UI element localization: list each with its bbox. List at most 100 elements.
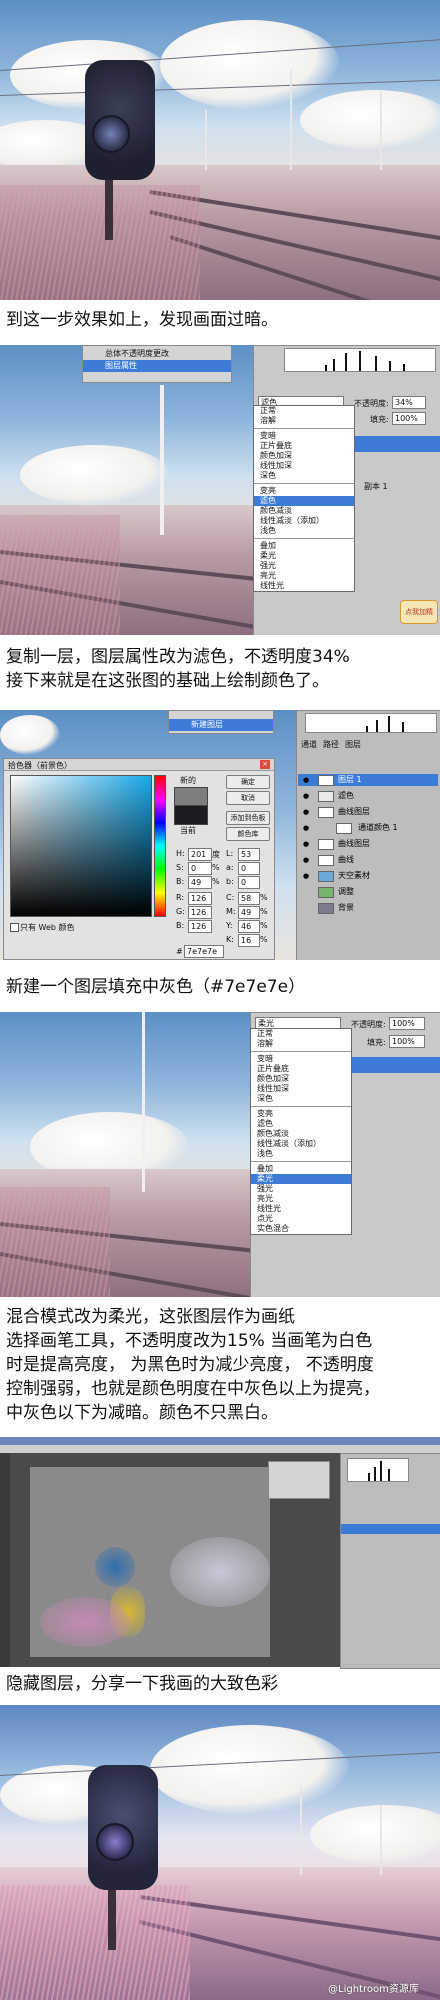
green-input[interactable]: 126 <box>188 906 212 919</box>
saturation-input[interactable]: 0 <box>188 862 212 875</box>
blend-option[interactable]: 线性加深 <box>254 461 354 471</box>
panel-tab[interactable]: 路径 <box>323 739 339 750</box>
opacity-input[interactable]: 34% <box>392 396 426 409</box>
field-label: B: <box>176 921 185 930</box>
caption-5: 隐藏图层，分享一下我画的大致色彩 <box>6 1674 278 1694</box>
recommend-badge[interactable]: 点我加精 <box>400 600 438 624</box>
fill-input[interactable]: 100% <box>389 1035 425 1048</box>
blend-option[interactable]: 浅色 <box>254 526 354 536</box>
blend-option[interactable]: 颜色加深 <box>251 1074 351 1084</box>
c-input[interactable]: 58 <box>238 892 260 905</box>
color-libraries-button[interactable]: 颜色库 <box>226 827 270 841</box>
field-unit: % <box>260 921 268 930</box>
panel-tab[interactable]: 图层 <box>345 739 361 750</box>
y-input[interactable]: 46 <box>238 920 260 933</box>
eye-icon[interactable]: ● <box>302 792 310 800</box>
field-label: Y: <box>226 921 233 930</box>
blend-option[interactable]: 强光 <box>251 1184 351 1194</box>
eye-icon[interactable]: ● <box>302 824 310 832</box>
saturation-brightness-field[interactable] <box>10 775 152 917</box>
cancel-button[interactable]: 取消 <box>226 791 270 805</box>
history-panel-2: 新建图层 <box>168 710 274 734</box>
blend-option[interactable]: 亮光 <box>251 1194 351 1204</box>
history-item[interactable]: 新建图层 <box>169 719 273 731</box>
blend-option[interactable]: 线性光 <box>254 581 354 591</box>
caption-4-line-1: 混合模式改为柔光，这张图层作为画纸 <box>6 1307 295 1327</box>
blend-option[interactable]: 强光 <box>254 561 354 571</box>
blend-option[interactable]: 溶解 <box>254 416 354 426</box>
fill-input[interactable]: 100% <box>392 412 426 425</box>
layer-list: 图层 1 滤色 曲线图层 通道颜色 1 曲线图层 曲线 天空素材 调整 背景 ●… <box>298 774 438 944</box>
blend-option[interactable]: 正片叠底 <box>254 441 354 451</box>
blend-option[interactable]: 正常 <box>254 406 354 416</box>
paint-blob-light <box>170 1537 270 1607</box>
blend-option[interactable]: 叠加 <box>254 541 354 551</box>
hex-input[interactable]: 7e7e7e <box>184 945 224 958</box>
blend-option[interactable]: 实色混合 <box>251 1224 351 1234</box>
caption-2-line-1: 复制一层，图层属性改为滤色，不透明度34% <box>6 647 350 667</box>
fill-label: 填充: <box>367 1038 386 1047</box>
blend-option[interactable]: 正常 <box>251 1029 351 1039</box>
blend-option[interactable]: 溶解 <box>251 1039 351 1049</box>
blend-option[interactable]: 颜色减淡 <box>254 506 354 516</box>
eye-icon[interactable]: ● <box>302 856 310 864</box>
tools-panel <box>0 1453 10 1667</box>
k-input[interactable]: 16 <box>238 934 260 947</box>
blend-option[interactable]: 深色 <box>254 471 354 481</box>
l-input[interactable]: 53 <box>238 848 260 861</box>
close-icon[interactable]: × <box>260 760 270 769</box>
blend-option[interactable]: 线性加深 <box>251 1084 351 1094</box>
add-to-swatches-button[interactable]: 添加到色板 <box>226 811 270 825</box>
blend-option[interactable]: 变亮 <box>254 486 354 496</box>
b-input[interactable]: 0 <box>238 876 260 889</box>
blend-option[interactable]: 亮光 <box>254 571 354 581</box>
paint-blob-pink <box>40 1597 130 1647</box>
field-label: b: <box>226 877 234 886</box>
hue-slider[interactable] <box>154 775 166 917</box>
blend-option[interactable]: 深色 <box>251 1094 351 1104</box>
eye-icon[interactable]: ● <box>302 872 310 880</box>
caption-2-line-2: 接下来就是在这张图的基础上绘制颜色了。 <box>6 671 329 691</box>
paint-blob-blue <box>95 1547 135 1587</box>
history-item[interactable]: 总体不透明度更改 <box>83 348 231 360</box>
layer-row[interactable]: 通道颜色 1 <box>298 822 438 834</box>
eye-icon[interactable]: ● <box>302 808 310 816</box>
eye-icon[interactable]: ● <box>302 776 310 784</box>
blue-input[interactable]: 126 <box>188 920 212 933</box>
a-input[interactable]: 0 <box>238 862 260 875</box>
field-label: H: <box>176 849 185 858</box>
blend-option[interactable]: 颜色减淡 <box>251 1129 351 1139</box>
blend-option[interactable]: 叠加 <box>251 1164 351 1174</box>
m-input[interactable]: 49 <box>238 906 260 919</box>
hex-prefix: # <box>176 947 183 956</box>
panel-tab[interactable]: 通道 <box>301 739 317 750</box>
blend-option[interactable]: 颜色加深 <box>254 451 354 461</box>
blend-option[interactable]: 变暗 <box>251 1054 351 1064</box>
blend-option[interactable]: 线性减淡（添加） <box>251 1139 351 1149</box>
blend-option-selected[interactable]: 柔光 <box>251 1174 351 1184</box>
blend-option-selected[interactable]: 滤色 <box>254 496 354 506</box>
color-picker-screenshot: 通道 路径 图层 新建图层 图层 1 滤色 曲线图层 通道颜色 1 曲线图层 曲… <box>0 710 440 960</box>
web-only-checkbox[interactable] <box>10 923 19 932</box>
field-label: B: <box>176 877 185 886</box>
blend-option[interactable]: 正片叠底 <box>251 1064 351 1074</box>
hue-input[interactable]: 201 <box>188 848 212 861</box>
blend-option[interactable]: 柔光 <box>254 551 354 561</box>
blend-option[interactable]: 点光 <box>251 1214 351 1224</box>
history-item[interactable]: 图层属性 <box>83 360 231 372</box>
opacity-input[interactable]: 100% <box>389 1017 425 1030</box>
field-unit: % <box>260 935 268 944</box>
red-input[interactable]: 126 <box>188 892 212 905</box>
blend-option[interactable]: 变暗 <box>254 431 354 441</box>
field-unit: % <box>212 863 220 872</box>
layer-row-selected[interactable] <box>341 1524 440 1534</box>
brightness-input[interactable]: 49 <box>188 876 212 889</box>
history-panel: 总体不透明度更改 图层属性 <box>82 345 232 383</box>
eye-icon[interactable]: ● <box>302 840 310 848</box>
blend-option[interactable]: 滤色 <box>251 1119 351 1129</box>
blend-option[interactable]: 浅色 <box>251 1149 351 1159</box>
blend-option[interactable]: 变亮 <box>251 1109 351 1119</box>
blend-option[interactable]: 线性减淡（添加） <box>254 516 354 526</box>
blend-option[interactable]: 线性光 <box>251 1204 351 1214</box>
ok-button[interactable]: 确定 <box>226 775 270 789</box>
